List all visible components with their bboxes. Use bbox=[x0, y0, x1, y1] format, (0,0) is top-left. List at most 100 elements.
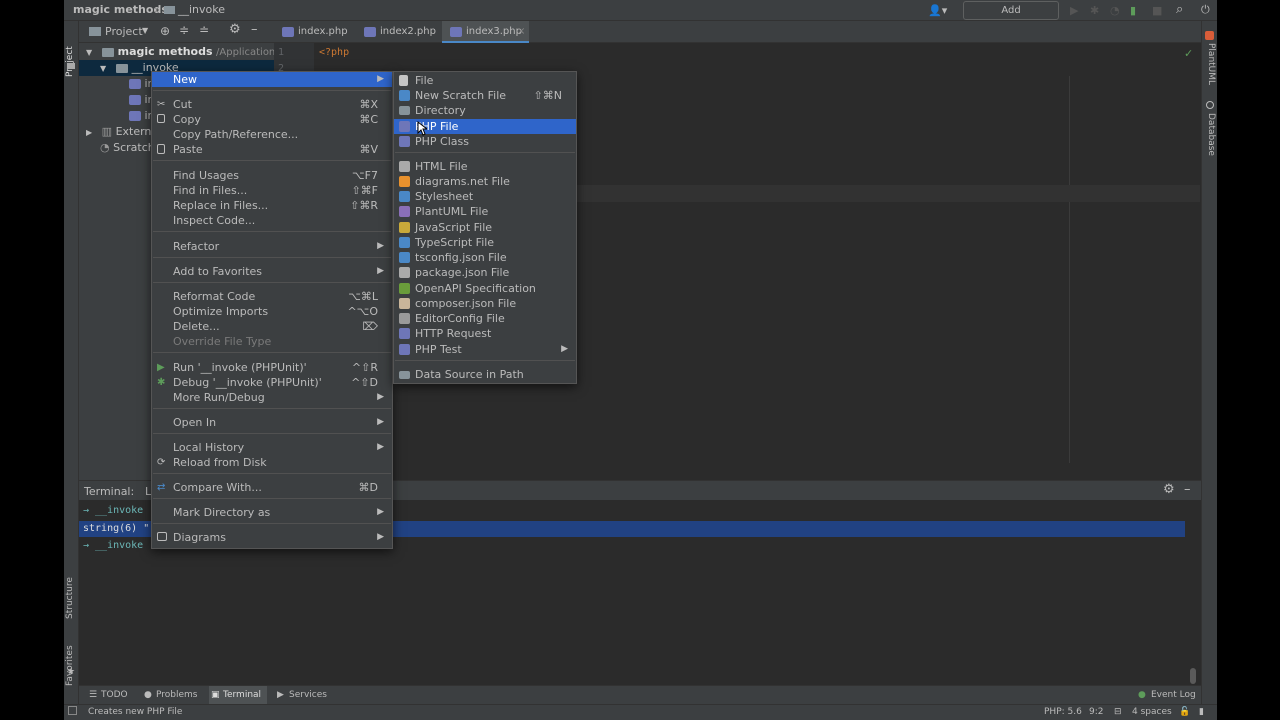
divider bbox=[153, 498, 391, 499]
menu-item-reload-from-disk[interactable]: ⟳ Reload from Disk bbox=[152, 455, 392, 470]
hide-icon[interactable]: – bbox=[1184, 482, 1191, 497]
css-icon bbox=[399, 191, 410, 202]
project-view-title[interactable]: Project bbox=[105, 25, 143, 38]
expand-all-icon[interactable]: ≑ bbox=[179, 23, 189, 37]
structure-tool-label[interactable]: Structure bbox=[65, 577, 75, 619]
menu-item-local-history[interactable]: Local History ▶ bbox=[152, 440, 392, 455]
menu-item-inspect-code[interactable]: Inspect Code... bbox=[152, 213, 392, 228]
menu-item-cut[interactable]: ✂ Cut ⌘X bbox=[152, 97, 392, 112]
settings-gear-icon[interactable]: ⚙ bbox=[1163, 482, 1175, 497]
submenu-item-stylesheet[interactable]: Stylesheet bbox=[394, 189, 576, 204]
line-number: 1 bbox=[278, 47, 285, 58]
menu-item-delete[interactable]: Delete... ⌦ bbox=[152, 319, 392, 334]
submenu-item-html-file[interactable]: HTML File bbox=[394, 159, 576, 174]
php-file-icon bbox=[129, 111, 141, 121]
add-configuration-button[interactable]: Add Configuration... bbox=[963, 1, 1059, 33]
git-icon[interactable]: ▮ bbox=[1130, 4, 1136, 17]
lf-icon[interactable]: ⊟ bbox=[1114, 707, 1122, 717]
debug-icon[interactable]: ✱ bbox=[1090, 4, 1099, 17]
event-log-button[interactable]: ● Event Log bbox=[1137, 686, 1196, 705]
divider bbox=[153, 160, 391, 161]
terminal-scrollbar[interactable] bbox=[1190, 668, 1196, 684]
search-icon[interactable]: ⌕ bbox=[1176, 2, 1183, 17]
menu-item-find-usages[interactable]: Find Usages ⌥F7 bbox=[152, 168, 392, 183]
openapi-icon bbox=[399, 283, 410, 294]
hide-icon[interactable]: – bbox=[251, 22, 258, 37]
menu-item-paste[interactable]: Paste ⌘V bbox=[152, 142, 392, 157]
submenu-item-http-request[interactable]: HTTP Request bbox=[394, 326, 576, 341]
left-tool-stripe: Project Structure Favorites ★ bbox=[64, 21, 79, 704]
menu-item-add-to-favorites[interactable]: Add to Favorites ▶ bbox=[152, 264, 392, 279]
folder-icon bbox=[101, 47, 114, 57]
breadcrumb-folder[interactable]: __invoke bbox=[178, 3, 225, 16]
menu-item-diagrams[interactable]: Diagrams ▶ bbox=[152, 530, 392, 545]
submenu-item-package-json-file[interactable]: package.json File bbox=[394, 265, 576, 280]
tab-todo[interactable]: ☰ TODO bbox=[87, 686, 128, 705]
submenu-item-diagrams-net-file[interactable]: diagrams.net File bbox=[394, 174, 576, 189]
collapse-all-icon[interactable]: ≐ bbox=[199, 23, 209, 37]
submenu-item-composer-json-file[interactable]: composer.json File bbox=[394, 296, 576, 311]
tab-index2-php[interactable]: index2.php bbox=[356, 21, 444, 43]
menu-item-refactor[interactable]: Refactor ▶ bbox=[152, 239, 392, 254]
submenu-item-new-scratch-file[interactable]: New Scratch File ⇧⌘N bbox=[394, 88, 576, 103]
tab-label: TODO bbox=[101, 690, 128, 700]
code-line: <?php bbox=[319, 47, 350, 58]
tab-services[interactable]: ▶ Services bbox=[275, 686, 327, 705]
tab-index3-php[interactable]: index3.php × bbox=[442, 21, 529, 43]
submenu-item-directory[interactable]: Directory bbox=[394, 103, 576, 118]
tab-terminal[interactable]: ▣ Terminal bbox=[209, 686, 268, 705]
run-icon[interactable]: ▶ bbox=[1070, 4, 1078, 17]
toggle-panels-icon[interactable] bbox=[68, 706, 77, 715]
file-icon bbox=[399, 75, 408, 86]
locate-icon[interactable]: ⊕ bbox=[160, 24, 170, 38]
close-tab-icon[interactable]: × bbox=[517, 21, 525, 43]
power-icon[interactable]: ⏻ bbox=[1201, 3, 1210, 17]
paste-icon bbox=[157, 144, 165, 154]
menu-item-reformat-code[interactable]: Reformat Code ⌥⌘L bbox=[152, 289, 392, 304]
php-version[interactable]: PHP: 5.6 bbox=[1044, 707, 1082, 717]
favorites-tool-label[interactable]: Favorites bbox=[65, 645, 75, 686]
menu-item-optimize-imports[interactable]: Optimize Imports ^⌥O bbox=[152, 304, 392, 319]
submenu-item-tsconfig-file[interactable]: tsconfig.json File bbox=[394, 250, 576, 265]
menu-item-compare-with[interactable]: ⇄ Compare With... ⌘D bbox=[152, 480, 392, 495]
menu-item-more-run-debug[interactable]: More Run/Debug ▶ bbox=[152, 390, 392, 405]
submenu-item-editorconfig-file[interactable]: EditorConfig File bbox=[394, 311, 576, 326]
menu-item-mark-directory-as[interactable]: Mark Directory as ▶ bbox=[152, 505, 392, 520]
menu-item-run[interactable]: ▶ Run '__invoke (PHPUnit)' ^⇧R bbox=[152, 360, 392, 375]
menu-item-replace-in-files[interactable]: Replace in Files... ⇧⌘R bbox=[152, 198, 392, 213]
profile-icon[interactable]: ◔ bbox=[1110, 4, 1120, 17]
menu-item-copy-path[interactable]: Copy Path/Reference... bbox=[152, 127, 392, 142]
compare-icon: ⇄ bbox=[157, 482, 166, 493]
submenu-item-data-source-in-path[interactable]: Data Source in Path bbox=[394, 367, 576, 382]
submenu-item-file[interactable]: File bbox=[394, 73, 576, 88]
menu-item-find-in-files[interactable]: Find in Files... ⇧⌘F bbox=[152, 183, 392, 198]
submenu-item-php-test[interactable]: PHP Test ▶ bbox=[394, 342, 576, 357]
submenu-item-javascript-file[interactable]: JavaScript File bbox=[394, 220, 576, 235]
lock-icon[interactable]: 🔓 bbox=[1179, 707, 1190, 717]
menu-item-new[interactable]: New ▶ bbox=[152, 72, 392, 87]
plantuml-tool-label[interactable]: PlantUML bbox=[1206, 43, 1216, 85]
submenu-item-plantuml-file[interactable]: PlantUML File bbox=[394, 204, 576, 219]
project-tool-label[interactable]: Project bbox=[65, 46, 75, 77]
indent-setting[interactable]: 4 spaces bbox=[1132, 707, 1172, 717]
list-icon: ☰ bbox=[89, 690, 98, 700]
cursor-position[interactable]: 9:2 bbox=[1089, 707, 1103, 717]
user-icon[interactable]: 👤▾ bbox=[928, 4, 947, 17]
chevron-down-icon[interactable]: ▼ bbox=[142, 26, 148, 35]
tree-root-row[interactable]: ▼ magic methods /Applications/ bbox=[79, 44, 284, 60]
tab-label: Services bbox=[289, 690, 327, 700]
tab-index-php[interactable]: index.php bbox=[274, 21, 356, 43]
menu-item-debug[interactable]: ✱ Debug '__invoke (PHPUnit)' ^⇧D bbox=[152, 375, 392, 390]
tab-problems[interactable]: ● Problems bbox=[142, 686, 197, 705]
submenu-item-php-class[interactable]: PHP Class bbox=[394, 134, 576, 149]
submenu-item-typescript-file[interactable]: TypeScript File bbox=[394, 235, 576, 250]
database-tool-label[interactable]: Database bbox=[1206, 113, 1216, 156]
menu-item-open-in[interactable]: Open In ▶ bbox=[152, 415, 392, 430]
composer-icon bbox=[399, 298, 410, 309]
folder-icon bbox=[399, 106, 410, 115]
settings-gear-icon[interactable]: ⚙ bbox=[229, 22, 241, 37]
divider bbox=[395, 360, 575, 361]
stop-icon[interactable]: ■ bbox=[1152, 4, 1162, 17]
submenu-item-openapi-specification[interactable]: OpenAPI Specification bbox=[394, 281, 576, 296]
menu-item-copy[interactable]: Copy ⌘C bbox=[152, 112, 392, 127]
